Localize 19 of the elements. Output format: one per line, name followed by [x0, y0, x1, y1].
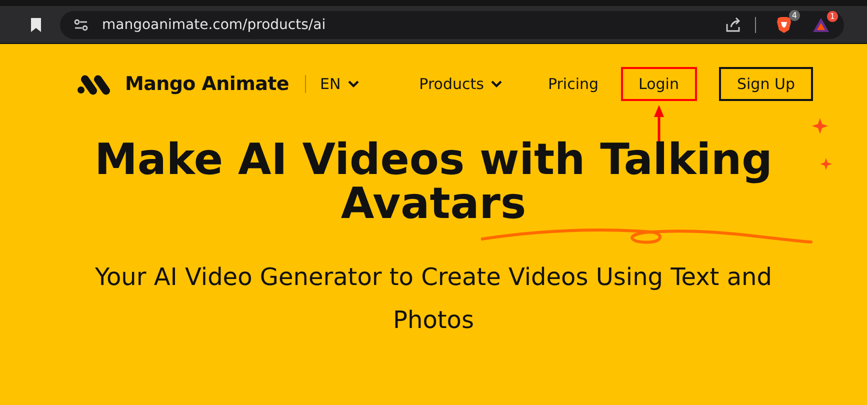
products-menu[interactable]: Products: [401, 67, 520, 101]
hero-title: Make AI Videos with Talking Avatars: [94, 138, 774, 226]
lion-shield-icon[interactable]: [776, 16, 792, 34]
chevron-down-icon: [348, 80, 359, 88]
address-bar[interactable]: mangoanimate.com/products/ai 4 1: [60, 10, 844, 38]
badge-count: 4: [788, 10, 800, 20]
site-settings-icon[interactable]: [74, 18, 88, 32]
chevron-down-icon: [490, 80, 502, 88]
hero-subtitle: Your AI Video Generator to Create Videos Using Text and Photos: [94, 262, 773, 336]
nav-link[interactable]: Login: [620, 67, 697, 101]
triangle-icon[interactable]: [812, 16, 830, 32]
language-selector[interactable]: EN: [320, 75, 359, 93]
share-icon[interactable]: [725, 16, 741, 32]
badge-count: 1: [826, 10, 838, 22]
sign-up-button[interactable]: Sign Up: [718, 67, 813, 101]
url-text: mangoanimate.com/products/ai: [102, 16, 326, 32]
nav-link[interactable]: Pricing: [530, 67, 617, 101]
logo-text[interactable]: Mango Animate: [125, 73, 289, 95]
bookmark-icon[interactable]: [30, 16, 42, 32]
